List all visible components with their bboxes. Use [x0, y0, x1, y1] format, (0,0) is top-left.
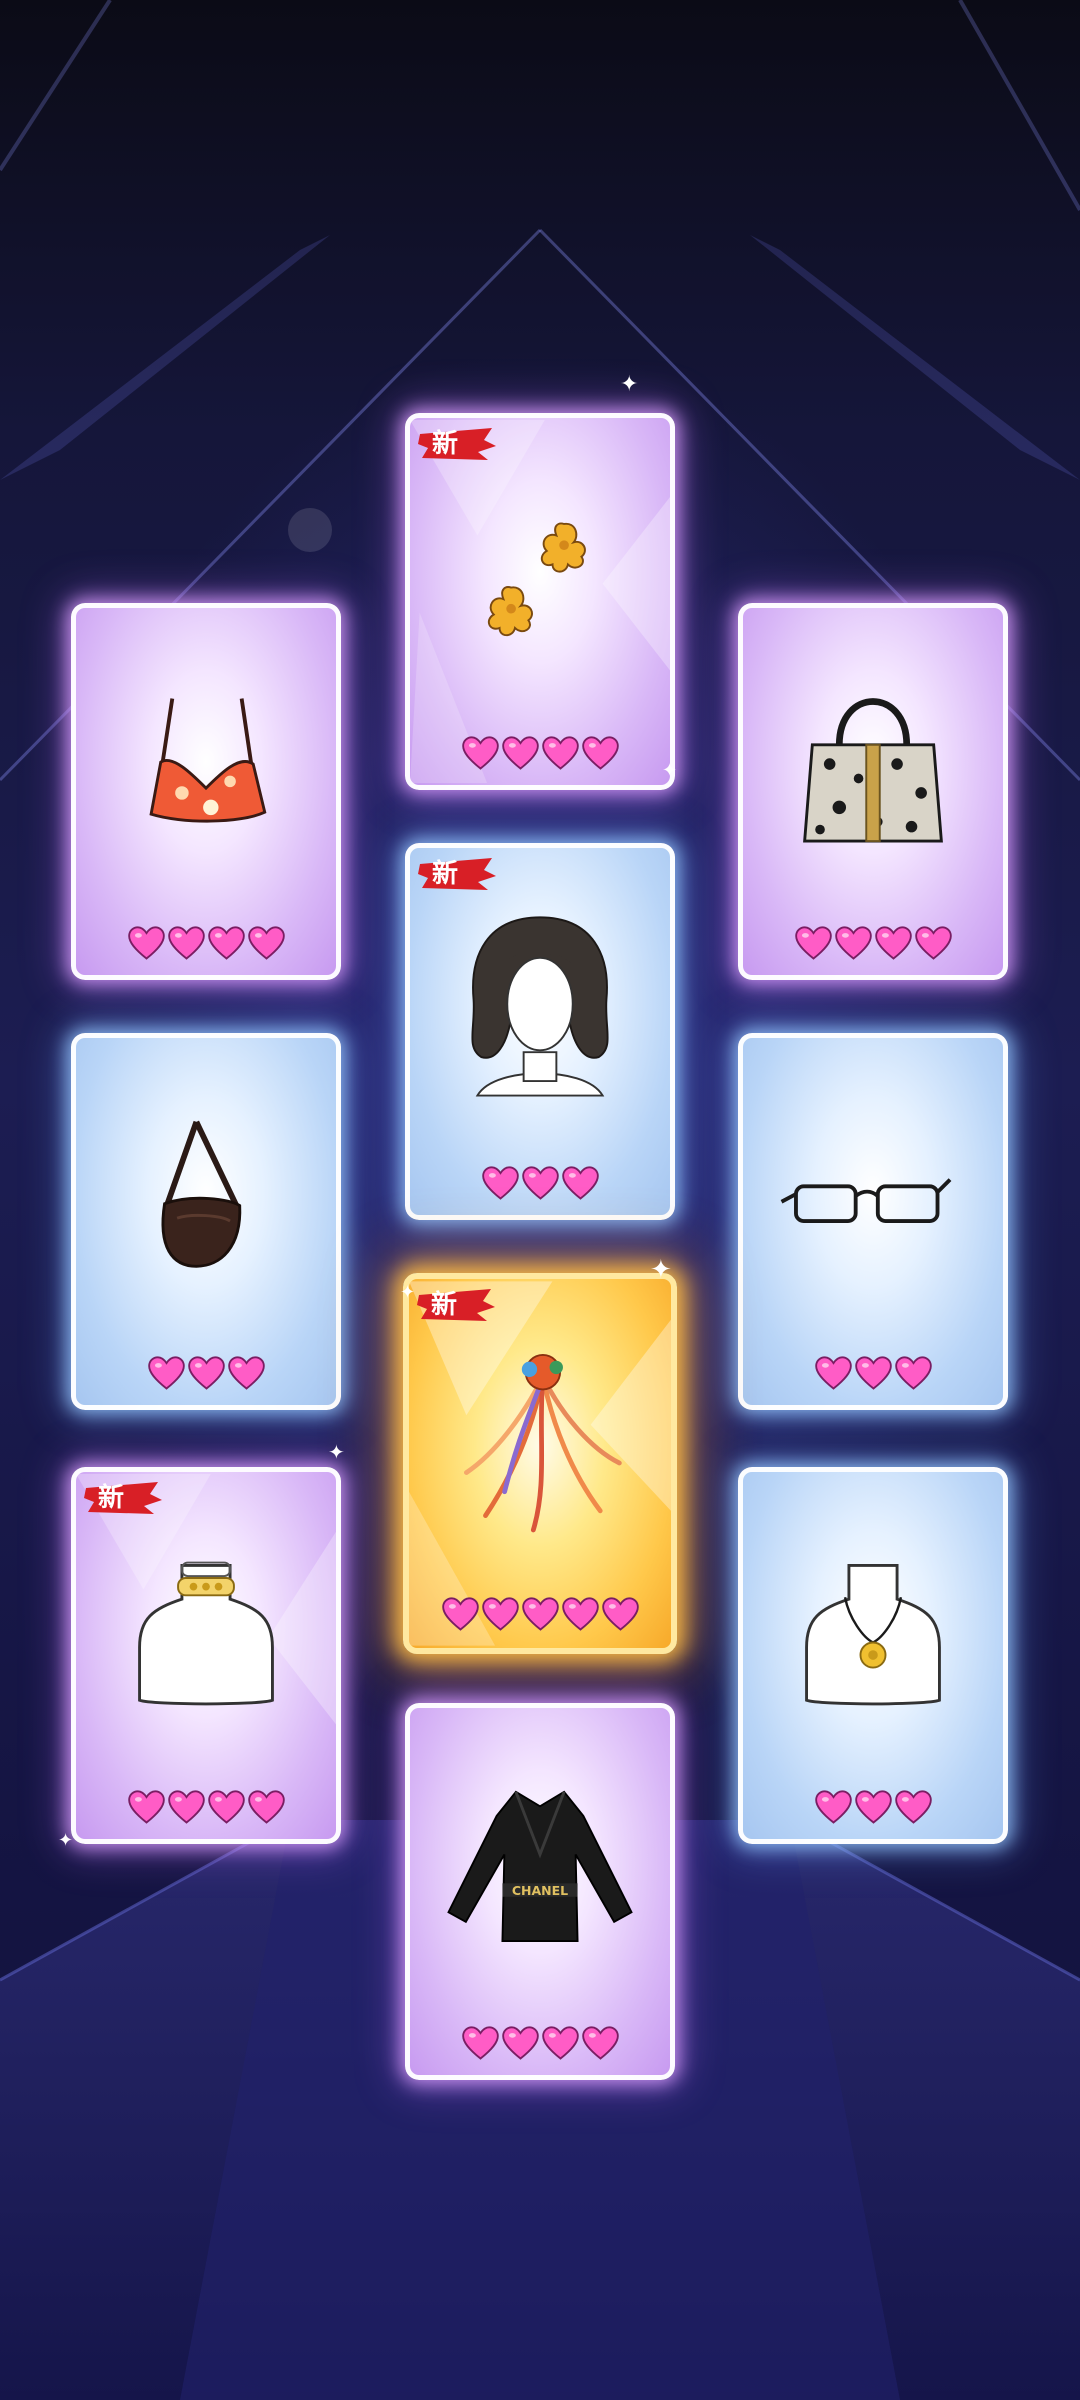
card-choker[interactable]: 新	[71, 1467, 341, 1844]
ribbon-headdress-icon	[463, 1354, 622, 1533]
new-badge: 新	[417, 1285, 495, 1325]
heart-icon	[814, 1356, 852, 1391]
heart-icon	[227, 1356, 265, 1391]
card-earrings[interactable]: 新	[405, 413, 675, 790]
heart-icon	[127, 1790, 165, 1825]
heart-rating	[743, 926, 1003, 961]
card-jacket[interactable]: CHANEL	[405, 1703, 675, 2080]
heart-icon	[187, 1356, 225, 1391]
heart-icon	[207, 1790, 245, 1825]
heart-icon	[561, 1597, 599, 1632]
card-crop-top[interactable]	[71, 603, 341, 980]
heart-rating	[76, 1790, 336, 1825]
black-glasses-icon	[780, 1178, 952, 1223]
flower-earrings-icon	[487, 522, 586, 637]
heart-icon	[461, 736, 499, 771]
heart-icon	[481, 1597, 519, 1632]
brown-shoulder-bag-icon	[161, 1120, 242, 1268]
heart-rating	[410, 1166, 670, 1201]
card-handbag[interactable]	[738, 603, 1008, 980]
card-headdress[interactable]: 新	[403, 1273, 677, 1654]
heart-rating	[76, 1356, 336, 1391]
heart-icon	[207, 926, 245, 961]
new-badge-label: 新	[432, 429, 459, 459]
heart-icon	[247, 1790, 285, 1825]
heart-icon	[794, 926, 832, 961]
new-badge-label: 新	[431, 1290, 458, 1320]
card-hair[interactable]: 新	[405, 843, 675, 1220]
heart-icon	[561, 1166, 599, 1201]
heart-icon	[914, 926, 952, 961]
leopard-handbag-icon	[803, 698, 943, 843]
heart-icon	[147, 1356, 185, 1391]
heart-icon	[521, 1597, 559, 1632]
heart-rating	[743, 1356, 1003, 1391]
heart-icon	[601, 1597, 639, 1632]
heart-icon	[581, 2026, 619, 2061]
floral-crop-top-icon	[149, 698, 267, 823]
heart-rating	[76, 926, 336, 961]
new-badge-label: 新	[98, 1483, 125, 1513]
heart-rating	[409, 1597, 671, 1632]
new-badge-label: 新	[432, 859, 459, 889]
new-badge: 新	[84, 1478, 162, 1518]
gold-choker-icon	[138, 1561, 274, 1706]
heart-icon	[247, 926, 285, 961]
heart-icon	[541, 736, 579, 771]
heart-icon	[541, 2026, 579, 2061]
heart-icon	[441, 1597, 479, 1632]
heart-icon	[581, 736, 619, 771]
heart-icon	[521, 1166, 559, 1201]
gold-pendant-necklace-icon	[805, 1564, 941, 1706]
belt-print: CHANEL	[512, 1883, 568, 1898]
new-badge: 新	[418, 854, 496, 894]
heart-icon	[894, 1356, 932, 1391]
sparkle-icon: ✦	[620, 372, 639, 397]
heart-icon	[814, 1790, 852, 1825]
heart-icon	[461, 2026, 499, 2061]
black-jacket-icon: CHANEL	[447, 1790, 633, 1943]
heart-icon	[167, 1790, 205, 1825]
new-badge: 新	[418, 424, 496, 464]
heart-icon	[854, 1356, 892, 1391]
heart-icon	[501, 2026, 539, 2061]
heart-rating	[410, 736, 670, 771]
heart-icon	[501, 736, 539, 771]
heart-icon	[894, 1790, 932, 1825]
heart-icon	[127, 926, 165, 961]
heart-icon	[874, 926, 912, 961]
heart-rating	[743, 1790, 1003, 1825]
card-shoulder-bag[interactable]	[71, 1033, 341, 1410]
heart-rating	[410, 2026, 670, 2061]
sparkle-icon: ✦	[328, 1440, 345, 1464]
heart-icon	[834, 926, 872, 961]
heart-icon	[167, 926, 205, 961]
heart-icon	[481, 1166, 519, 1201]
card-pendant[interactable]	[738, 1467, 1008, 1844]
heart-icon	[854, 1790, 892, 1825]
bob-hairstyle-icon	[471, 916, 609, 1097]
card-glasses[interactable]	[738, 1033, 1008, 1410]
